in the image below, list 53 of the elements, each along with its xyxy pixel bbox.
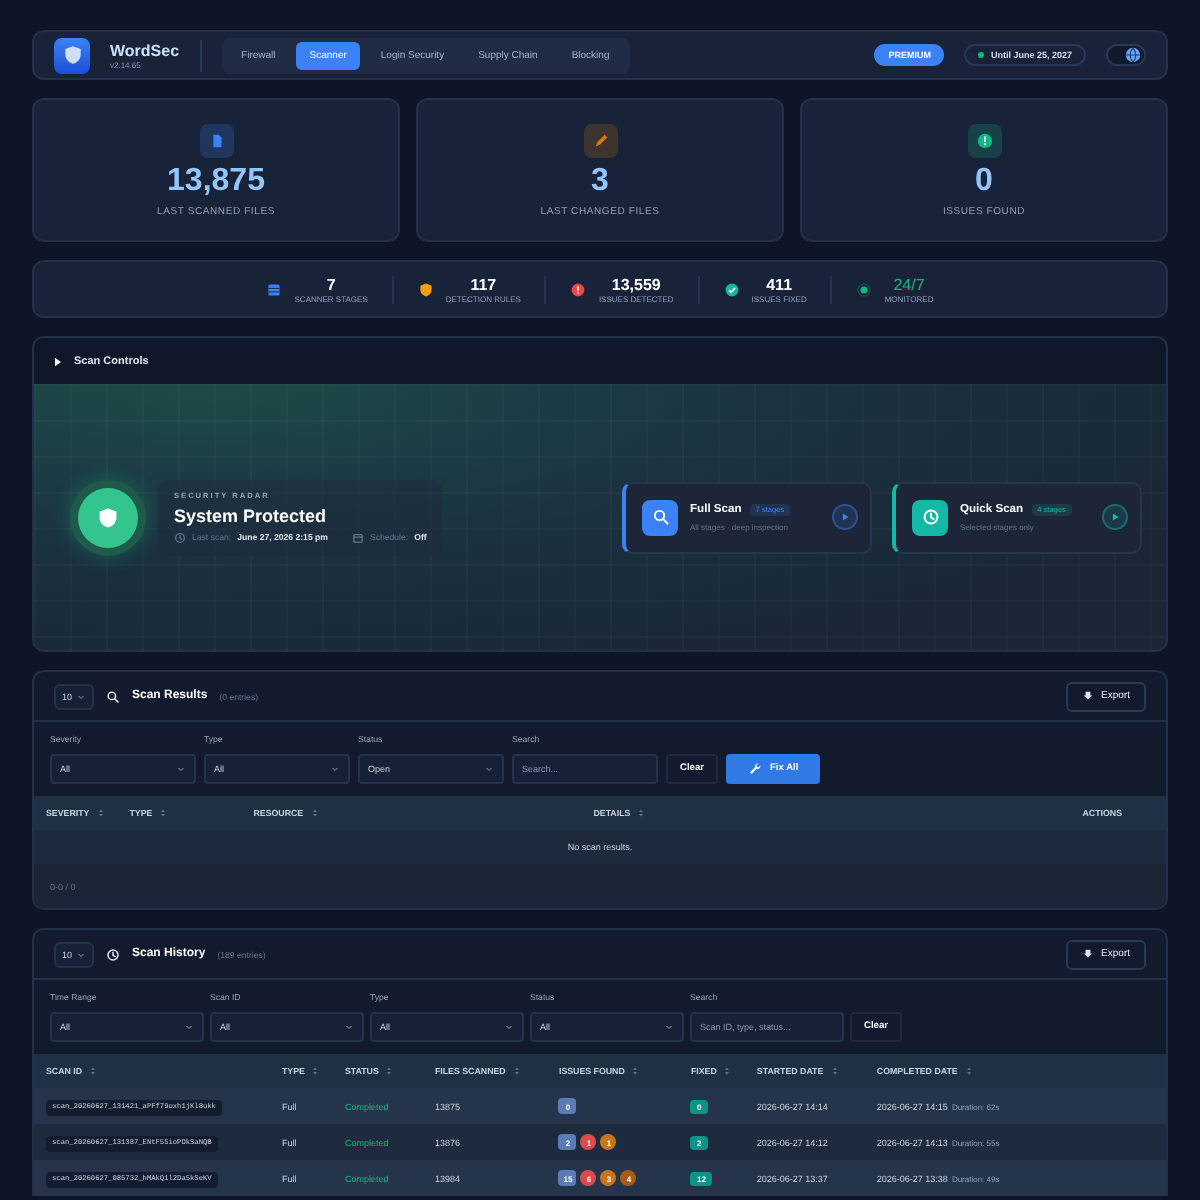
caret-icon (344, 1022, 354, 1032)
sort-icon (963, 1066, 974, 1076)
sort-icon (88, 1066, 99, 1076)
alert-icon (975, 131, 993, 149)
play-icon (1108, 510, 1122, 524)
stat-value: 0 (975, 163, 993, 199)
caret-icon (504, 1022, 514, 1032)
file-icon (207, 131, 225, 149)
shield-icon (96, 505, 120, 529)
stat-value: 3 (591, 163, 609, 199)
caret-icon (330, 764, 340, 774)
expand-icon (52, 355, 64, 367)
summary-value: 7 (326, 275, 336, 293)
status-dot (978, 52, 985, 58)
pencil-icon (591, 131, 609, 149)
caret-icon (76, 691, 86, 701)
shield-icon (61, 44, 83, 66)
sort-icon (158, 808, 169, 818)
stat-value: 13,875 (167, 163, 265, 199)
summary-value: 117 (470, 275, 497, 293)
app-name: WordSec (110, 41, 180, 59)
caret-icon (176, 764, 186, 774)
summary-value: 411 (766, 275, 793, 293)
caret-icon (76, 949, 86, 959)
play-button[interactable] (832, 504, 858, 530)
calendar-icon (351, 531, 364, 543)
caret-icon (664, 1022, 674, 1032)
status-title: System Protected (174, 505, 329, 525)
sort-icon (384, 1066, 395, 1076)
search-icon (106, 689, 120, 703)
clock-icon (921, 508, 939, 526)
sort-icon (829, 1066, 840, 1076)
play-button[interactable] (1102, 504, 1128, 530)
play-icon (838, 510, 852, 524)
summary-value: 13,559 (611, 275, 661, 293)
download-icon (1081, 690, 1094, 702)
globe-icon (1124, 46, 1142, 64)
summary-value: 24/7 (893, 275, 925, 293)
download-icon (1081, 948, 1094, 960)
wrench-icon (748, 762, 762, 776)
sort-icon (636, 808, 647, 818)
sort-icon (95, 808, 106, 818)
sort-icon (310, 1066, 321, 1076)
clock-icon (174, 531, 186, 543)
search-icon (651, 508, 669, 526)
sort-icon (309, 808, 320, 818)
caret-icon (184, 1022, 194, 1032)
sort-icon (511, 1066, 522, 1076)
sort-icon (630, 1066, 641, 1076)
caret-icon (484, 764, 494, 774)
clock-icon (106, 947, 120, 961)
sort-icon (722, 1066, 733, 1076)
theme-toggle[interactable] (1106, 44, 1146, 66)
